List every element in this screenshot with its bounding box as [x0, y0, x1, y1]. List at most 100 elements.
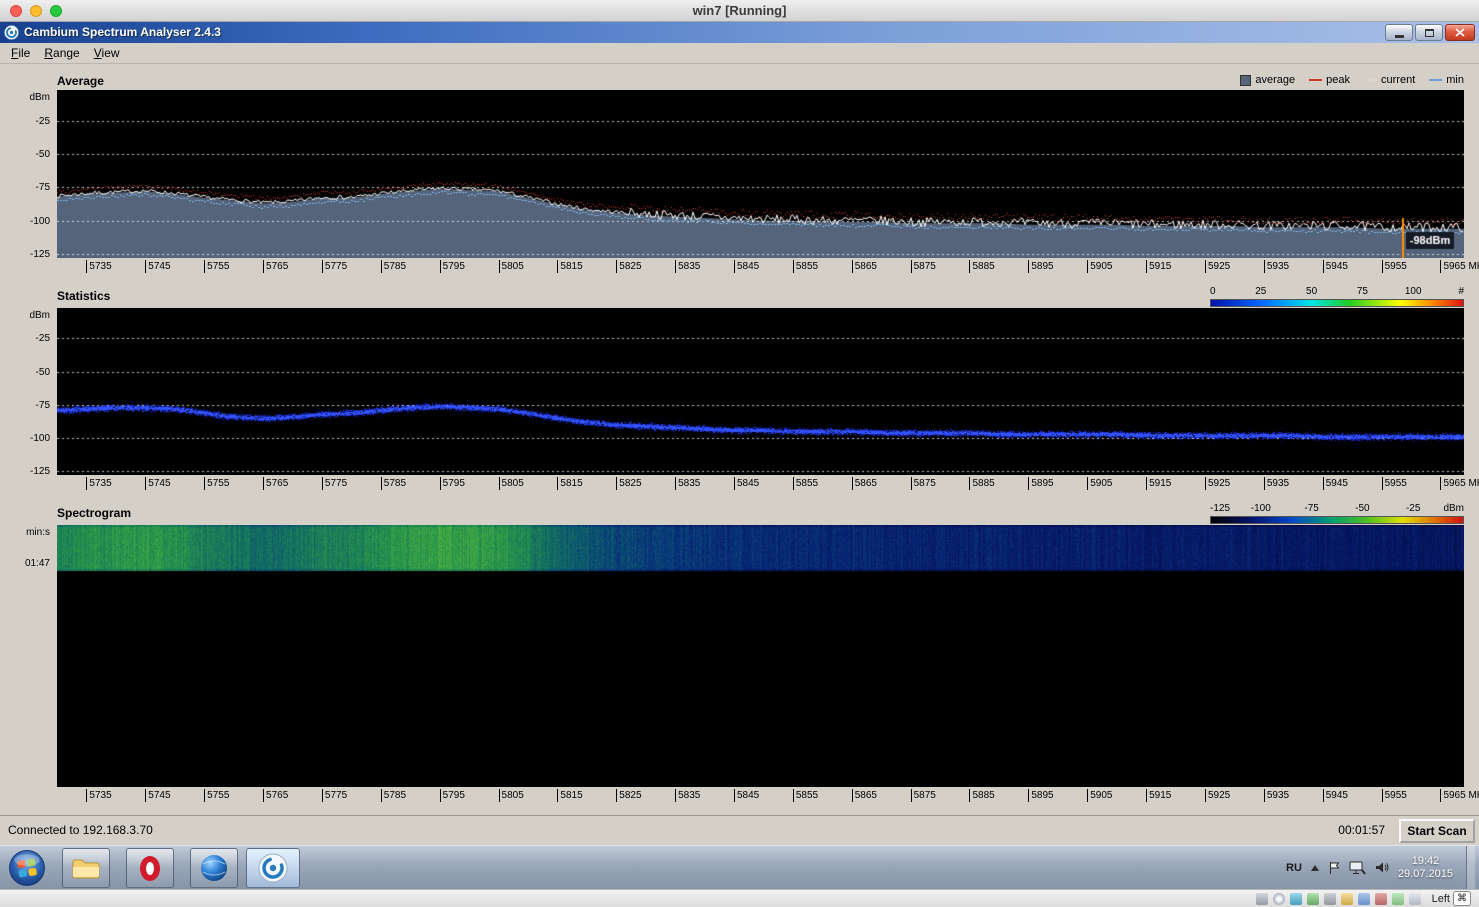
features-icon[interactable] [1391, 892, 1404, 905]
connection-status: Connected to 192.168.3.70 [8, 823, 153, 837]
start-button[interactable] [8, 849, 46, 887]
y-tick-label: -25 [35, 333, 50, 345]
legend-swatch [1240, 74, 1252, 86]
close-icon [1455, 28, 1465, 37]
vm-minimize-button[interactable] [30, 5, 42, 17]
scale-tick-label: -50 [1355, 503, 1370, 514]
legend-item-current[interactable]: current [1364, 74, 1415, 86]
recording-icon[interactable] [1374, 892, 1387, 905]
taskbar-clock[interactable]: 19:42 29.07.2015 [1398, 855, 1453, 881]
x-tick-label: 5905 [1087, 477, 1112, 490]
hard-disk-icon[interactable] [1255, 892, 1268, 905]
x-tick-label: 5865 [851, 477, 877, 490]
x-tick-label: 5735 [86, 789, 112, 802]
shared-folders-icon[interactable] [1340, 892, 1353, 905]
host-key-label: Left [1431, 892, 1450, 905]
y-tick-label: -50 [35, 149, 50, 160]
x-tick-label: 5805 [498, 789, 524, 802]
y-tick-label: -100 [29, 432, 50, 444]
spectrogram-chart[interactable] [57, 525, 1464, 787]
x-tick-label: 5795 [439, 477, 465, 490]
x-tick-label: 5825 [616, 260, 642, 273]
x-tick-label: 5915 [1146, 260, 1171, 273]
start-scan-button[interactable]: Start Scan [1399, 819, 1475, 843]
maximize-icon [1424, 28, 1434, 37]
usb-icon[interactable] [1323, 892, 1336, 905]
menu-bar: File Range View [0, 43, 1479, 64]
scale-tick-label: 75 [1356, 286, 1368, 297]
x-tick-label: 5765 [263, 789, 288, 802]
y-tick-label: -100 [29, 215, 50, 227]
legend-item-average[interactable]: average [1240, 74, 1295, 86]
spectrogram-scale-labels: -125 -100 -75 -50 -25 dBm [1210, 503, 1464, 515]
x-tick-label: 5755 [204, 789, 229, 802]
spectrogram-color-scale: -125 -100 -75 -50 -25 dBm [1210, 503, 1464, 524]
display-icon[interactable] [1357, 892, 1370, 905]
menu-view[interactable]: View [87, 43, 127, 60]
minimize-button[interactable] [1385, 24, 1413, 41]
windows-logo-icon [9, 850, 45, 886]
average-x-axis: 5735 5745 5755 5765 5775 5785 5795 5805 5815 5825… [0, 260, 1479, 274]
statistics-panel-title: Statistics [57, 289, 111, 303]
taskbar-item-opera[interactable] [126, 848, 174, 888]
network-icon[interactable] [1349, 861, 1366, 875]
average-chart[interactable] [57, 90, 1464, 258]
action-center-icon[interactable] [1328, 861, 1340, 875]
x-tick-label: 5935 [1263, 260, 1289, 273]
x-tick-label: 5955 [1381, 260, 1407, 273]
scale-tick-label: -100 [1250, 503, 1271, 514]
folder-icon [72, 859, 100, 879]
network-adapter-icon[interactable] [1306, 892, 1319, 905]
legend-item-min[interactable]: min [1429, 74, 1464, 86]
taskbar-item-browser[interactable] [190, 848, 238, 888]
average-panel-title: Average [57, 74, 104, 88]
x-tick-label: 5905 [1087, 789, 1112, 802]
legend-label: min [1446, 74, 1464, 86]
optical-disk-icon[interactable] [1272, 892, 1285, 905]
scale-tick-label: 0 [1210, 286, 1216, 297]
x-tick-label: 5835 [675, 260, 700, 273]
legend-item-peak[interactable]: peak [1309, 74, 1350, 86]
x-tick-label: 5775 [321, 477, 347, 490]
maximize-button[interactable] [1415, 24, 1443, 41]
vm-fullscreen-button[interactable] [50, 5, 62, 17]
x-tick-label: 5825 [616, 477, 642, 490]
cambium-icon [258, 853, 288, 883]
x-tick-label: 5785 [380, 789, 406, 802]
menu-range[interactable]: Range [37, 43, 86, 60]
scale-tick-label: 50 [1306, 286, 1318, 297]
host-key-indicator: Left ⌘ [1432, 891, 1471, 906]
x-tick-label: 5945 [1322, 260, 1348, 273]
show-desktop-button[interactable] [1466, 846, 1475, 889]
window-controls [1385, 24, 1475, 41]
audio-icon[interactable] [1289, 892, 1302, 905]
x-tick-label: 5785 [380, 477, 406, 490]
x-tick-label: 5925 [1204, 260, 1230, 273]
close-button[interactable] [1445, 24, 1475, 41]
x-tick-label: 5875 [910, 477, 936, 490]
taskbar-item-explorer[interactable] [62, 848, 110, 888]
tray-expand-icon[interactable] [1310, 864, 1319, 871]
volume-icon[interactable] [1375, 861, 1389, 874]
vm-window-title: win7 [Running] [692, 3, 787, 18]
x-tick-label: 5915 [1146, 789, 1171, 802]
x-tick-label: 5925 [1204, 477, 1230, 490]
minimize-icon [1394, 35, 1404, 38]
language-indicator[interactable]: RU [1286, 862, 1302, 874]
statistics-chart[interactable] [57, 308, 1464, 475]
y-tick-label: -75 [35, 182, 50, 194]
vm-close-button[interactable] [10, 5, 22, 17]
x-tick-label: 5785 [380, 260, 406, 273]
mouse-integration-icon[interactable] [1408, 892, 1421, 905]
y-tick-label: -50 [35, 366, 50, 378]
scale-tick-label: -25 [1405, 503, 1421, 514]
x-tick-label: 5815 [557, 477, 583, 490]
x-tick-label: 5935 [1263, 477, 1289, 490]
opera-icon [140, 855, 160, 881]
x-tick-label: 5875 [910, 260, 936, 273]
x-tick-label: 5755 [204, 477, 229, 490]
x-tick-label: 5935 [1263, 789, 1289, 802]
x-tick-label: 5815 [557, 260, 583, 273]
taskbar-item-spectrum-analyser[interactable] [246, 848, 300, 888]
menu-file[interactable]: File [4, 43, 37, 60]
